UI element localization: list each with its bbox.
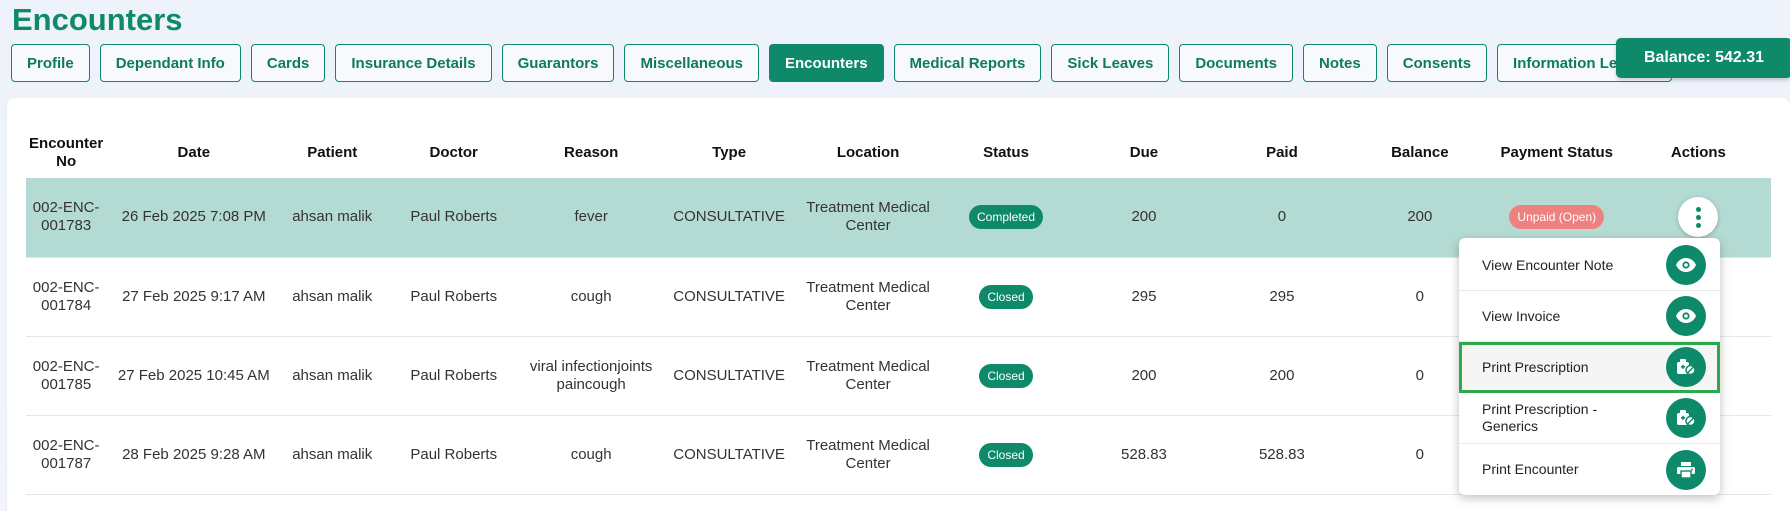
column-header: Status bbox=[983, 144, 1029, 161]
column-header: Reason bbox=[564, 144, 619, 161]
status-cell: Completed bbox=[936, 178, 1077, 258]
tab-miscellaneous[interactable]: Miscellaneous bbox=[624, 44, 760, 82]
patient-cell: ahsan malik bbox=[281, 257, 384, 337]
patient-cell: ahsan malik bbox=[281, 178, 384, 258]
menu-item-view-invoice[interactable]: View Invoice bbox=[1459, 291, 1720, 342]
column-header: Actions bbox=[1670, 144, 1726, 161]
menu-item-label: Print Prescription bbox=[1482, 358, 1589, 375]
actions-dropdown-menu: View Encounter Note View Invoice Print P… bbox=[1459, 238, 1720, 495]
tab-consents[interactable]: Consents bbox=[1386, 44, 1488, 82]
due-cell: 528.83 bbox=[1076, 415, 1212, 495]
column-header: Encounter No bbox=[29, 135, 104, 170]
encounter-no-cell: 002-ENC-001784 bbox=[26, 257, 107, 337]
tab-dependant-info[interactable]: Dependant Info bbox=[99, 44, 241, 82]
tab-guarantors[interactable]: Guarantors bbox=[501, 44, 615, 82]
encounter-no-cell: 002-ENC-001787 bbox=[26, 415, 107, 495]
status-badge: Closed bbox=[979, 284, 1033, 309]
type-cell: CONSULTATIVE bbox=[658, 336, 801, 416]
menu-item-print-encounter[interactable]: Print Encounter bbox=[1459, 444, 1720, 495]
column-header: Due bbox=[1129, 144, 1159, 161]
patient-cell: ahsan malik bbox=[281, 415, 384, 495]
patient-cell: ahsan malik bbox=[281, 336, 384, 416]
paid-cell: 528.83 bbox=[1211, 415, 1352, 495]
due-cell: 295 bbox=[1076, 257, 1212, 337]
column-header: Doctor bbox=[429, 144, 478, 161]
tab-documents[interactable]: Documents bbox=[1179, 44, 1293, 82]
page-title: Encounters bbox=[12, 2, 183, 37]
encounter-no-cell: 002-ENC-001783 bbox=[26, 178, 107, 258]
reason-cell: viral infectionjoints paincough bbox=[524, 336, 659, 416]
date-cell: 27 Feb 2025 10:45 AM bbox=[106, 336, 282, 416]
more-actions-button[interactable] bbox=[1678, 197, 1719, 238]
doctor-cell: Paul Roberts bbox=[383, 257, 525, 337]
location-cell: Treatment Medical Center bbox=[800, 257, 937, 337]
tab-bar: Profile Dependant Info Cards Insurance D… bbox=[11, 44, 1673, 82]
prescription-icon bbox=[1666, 398, 1706, 438]
doctor-cell: Paul Roberts bbox=[383, 178, 525, 258]
menu-item-label: Print Prescription - Generics bbox=[1482, 401, 1598, 434]
column-header: Date bbox=[177, 144, 211, 161]
balance-badge: Balance: 542.31 bbox=[1616, 38, 1790, 78]
reason-cell: cough bbox=[524, 257, 659, 337]
status-badge: Closed bbox=[979, 442, 1033, 467]
status-badge: Completed bbox=[969, 205, 1044, 230]
column-header: Location bbox=[836, 144, 900, 161]
location-cell: Treatment Medical Center bbox=[800, 178, 937, 258]
type-cell: CONSULTATIVE bbox=[658, 415, 801, 495]
tab-medical-reports[interactable]: Medical Reports bbox=[893, 44, 1042, 82]
tab-profile[interactable]: Profile bbox=[11, 44, 90, 82]
table-header: Encounter No Date Patient Doctor Reason … bbox=[26, 128, 1771, 178]
status-cell: Closed bbox=[936, 336, 1077, 416]
tab-insurance-details[interactable]: Insurance Details bbox=[335, 44, 492, 82]
menu-item-print-prescription[interactable]: Print Prescription bbox=[1459, 342, 1720, 393]
paid-cell: 0 bbox=[1211, 178, 1352, 258]
eye-icon bbox=[1666, 245, 1706, 285]
menu-item-label: Print Encounter bbox=[1482, 461, 1579, 477]
location-cell: Treatment Medical Center bbox=[800, 336, 937, 416]
column-header: Payment Status bbox=[1500, 144, 1614, 161]
due-cell: 200 bbox=[1076, 336, 1212, 416]
menu-item-label: View Invoice bbox=[1482, 307, 1561, 324]
tab-encounters[interactable]: Encounters bbox=[769, 44, 884, 82]
paid-cell: 200 bbox=[1211, 336, 1352, 416]
kebab-dot-icon bbox=[1695, 214, 1701, 220]
status-cell: Closed bbox=[936, 415, 1077, 495]
column-header: Patient bbox=[307, 144, 358, 161]
eye-icon bbox=[1666, 296, 1706, 336]
menu-item-print-prescription-generics[interactable]: Print Prescription - Generics bbox=[1459, 393, 1720, 444]
column-header: Balance bbox=[1391, 144, 1449, 161]
payment-status-badge: Unpaid (Open) bbox=[1509, 205, 1605, 230]
status-cell: Closed bbox=[936, 257, 1077, 337]
date-cell: 27 Feb 2025 9:17 AM bbox=[106, 257, 282, 337]
encounter-no-cell: 002-ENC-001785 bbox=[26, 336, 107, 416]
doctor-cell: Paul Roberts bbox=[383, 336, 525, 416]
tab-notes[interactable]: Notes bbox=[1303, 44, 1377, 82]
column-header: Paid bbox=[1266, 144, 1298, 161]
kebab-dot-icon bbox=[1695, 222, 1701, 228]
kebab-dot-icon bbox=[1695, 206, 1701, 212]
location-cell: Treatment Medical Center bbox=[800, 415, 937, 495]
date-cell: 28 Feb 2025 9:28 AM bbox=[106, 415, 282, 495]
type-cell: CONSULTATIVE bbox=[658, 257, 801, 337]
paid-cell: 295 bbox=[1211, 257, 1352, 337]
prescription-icon bbox=[1666, 347, 1706, 387]
status-badge: Closed bbox=[979, 363, 1033, 388]
due-cell: 200 bbox=[1076, 178, 1212, 258]
tab-sick-leaves[interactable]: Sick Leaves bbox=[1051, 44, 1170, 82]
tab-cards[interactable]: Cards bbox=[250, 44, 326, 82]
reason-cell: fever bbox=[524, 178, 659, 258]
doctor-cell: Paul Roberts bbox=[383, 415, 525, 495]
menu-item-view-encounter-note[interactable]: View Encounter Note bbox=[1459, 240, 1720, 291]
column-header: Type bbox=[712, 144, 747, 161]
menu-item-label: View Encounter Note bbox=[1482, 256, 1614, 273]
date-cell: 26 Feb 2025 7:08 PM bbox=[106, 178, 282, 258]
type-cell: CONSULTATIVE bbox=[658, 178, 801, 258]
printer-icon bbox=[1666, 449, 1706, 490]
reason-cell: cough bbox=[524, 415, 659, 495]
